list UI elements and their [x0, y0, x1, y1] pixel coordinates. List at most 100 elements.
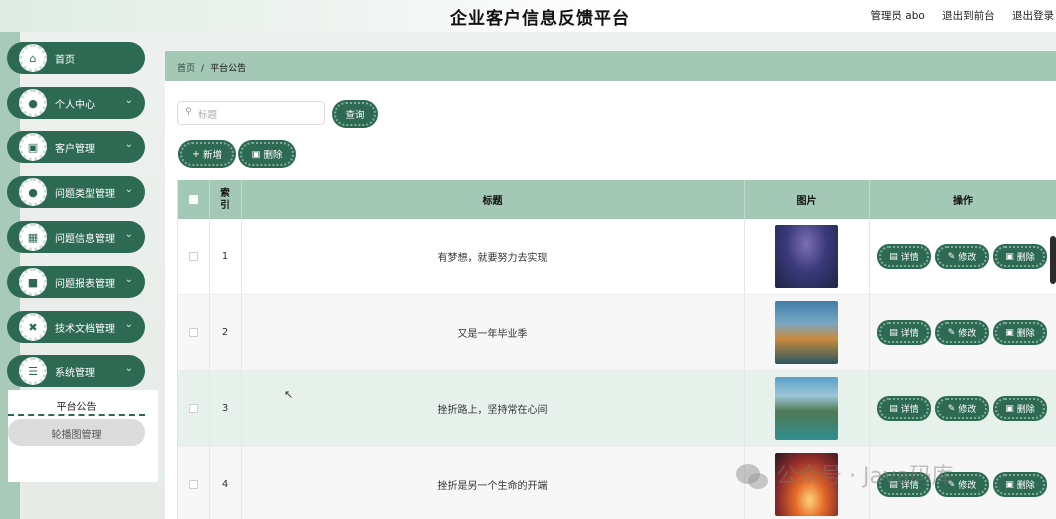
batch-delete-button[interactable]: ▣ 删除	[240, 142, 294, 166]
system-submenu: 平台公告 轮播图管理	[8, 390, 158, 482]
edit-icon: ✎	[947, 251, 956, 262]
wechat-icon	[736, 464, 768, 489]
detail-button[interactable]: ▤ 详情	[879, 246, 929, 267]
sidebar-item-personal-center[interactable]: ● 个人中心 ⌄	[7, 87, 145, 119]
header-title[interactable]: 标题	[241, 180, 744, 219]
detail-label: 详情	[900, 405, 919, 415]
sidebar-item-label: 技术文档管理	[55, 324, 115, 335]
delete-button[interactable]: ▣ 删除	[995, 474, 1045, 495]
query-button[interactable]: 查询	[334, 102, 376, 126]
edit-button[interactable]: ✎ 修改	[937, 322, 987, 343]
delete-label: 删除	[1016, 405, 1035, 415]
logout-link[interactable]: 退出登录	[1012, 10, 1054, 22]
chevron-down-icon: ⌄	[124, 95, 133, 106]
row-checkbox[interactable]	[189, 480, 198, 489]
delete-label: 删除	[1016, 253, 1035, 263]
monitor-icon: ▣	[19, 133, 47, 161]
title-search-input[interactable]: ⚲ 标题	[177, 101, 325, 125]
row-index: 2	[221, 327, 229, 338]
trash-icon: ▣	[1005, 327, 1014, 338]
sidebar-item-issue-info[interactable]: ▦ 问题信息管理 ⌄	[7, 221, 145, 253]
edit-icon: ✎	[947, 403, 956, 414]
back-to-front-link[interactable]: 退出到前台	[942, 10, 995, 22]
chart-icon: ▦	[19, 223, 47, 251]
edit-button[interactable]: ✎ 修改	[937, 246, 987, 267]
chevron-down-icon: ⌄	[124, 319, 133, 330]
row-image[interactable]	[775, 225, 838, 288]
row-title: 有梦想，就要努力去实现	[437, 253, 548, 264]
person-icon: ●	[19, 178, 47, 206]
breadcrumb: 首页 / 平台公告	[165, 51, 1056, 81]
delete-button[interactable]: ▣ 删除	[995, 322, 1045, 343]
row-index: 4	[221, 479, 229, 490]
delete-button[interactable]: ▣ 删除	[995, 398, 1045, 419]
sidebar-item-label: 问题报表管理	[55, 279, 115, 290]
row-checkbox[interactable]	[189, 404, 198, 413]
delete-button[interactable]: ▣ 删除	[995, 246, 1045, 267]
edit-label: 修改	[958, 405, 977, 415]
admin-user-label[interactable]: 管理员 abo	[870, 10, 924, 22]
plus-icon: +	[192, 148, 200, 160]
search-placeholder: 标题	[198, 110, 218, 121]
sidebar-item-customer[interactable]: ▣ 客户管理 ⌄	[7, 131, 145, 163]
header-image[interactable]: 图片	[744, 180, 869, 219]
table-row: 3 挫折路上，坚持常在心间 ▤ 详情 ✎ 修改 ▣ 删除	[178, 371, 1056, 447]
chevron-down-icon: ⌄	[124, 363, 133, 374]
chevron-down-icon: ⌄	[124, 184, 133, 195]
user-icon: ●	[19, 89, 47, 117]
top-header: 企业客户信息反馈平台 管理员 abo 退出到前台 退出登录	[0, 0, 1056, 32]
trash-icon: ▣	[1005, 479, 1014, 490]
select-all-cell	[178, 180, 209, 219]
query-button-label: 查询	[345, 110, 365, 121]
sidebar-item-home[interactable]: ⌂ 首页	[7, 42, 145, 74]
chevron-down-icon: ⌄	[124, 229, 133, 240]
sidebar-item-issue-type[interactable]: ● 问题类型管理 ⌄	[7, 176, 145, 208]
sidebar-item-label: 问题类型管理	[55, 189, 115, 200]
sidebar-item-system[interactable]: ☰ 系统管理 ⌄	[7, 355, 145, 387]
detail-label: 详情	[900, 329, 919, 339]
table-row: 1 有梦想，就要努力去实现 ▤ 详情 ✎ 修改 ▣ 删除	[178, 219, 1056, 295]
main-panel: 首页 / 平台公告 ⚲ 标题 查询 + 新增 ▣ 删除 索引 标题 图片 操作	[165, 51, 1056, 519]
trash-icon: ▣	[251, 148, 261, 160]
edit-button[interactable]: ✎ 修改	[937, 398, 987, 419]
chevron-down-icon: ⌄	[124, 139, 133, 150]
delete-label: 删除	[1016, 329, 1035, 339]
row-title: 又是一年毕业季	[457, 329, 528, 340]
sidebar-item-label: 首页	[55, 55, 75, 66]
header-links: 管理员 abo 退出到前台 退出登录	[856, 8, 1054, 23]
delete-button-label: 删除	[263, 150, 283, 161]
row-title: 挫折路上，坚持常在心间	[437, 405, 548, 416]
row-index: 1	[221, 251, 229, 262]
detail-button[interactable]: ▤ 详情	[879, 398, 929, 419]
select-all-checkbox[interactable]	[189, 195, 198, 204]
breadcrumb-separator: /	[201, 64, 205, 74]
row-image[interactable]	[775, 377, 838, 440]
breadcrumb-home[interactable]: 首页	[177, 64, 195, 74]
scrollbar[interactable]	[1050, 236, 1056, 284]
sidebar-item-tech-docs[interactable]: ✖ 技术文档管理 ⌄	[7, 311, 145, 343]
detail-button[interactable]: ▤ 详情	[879, 322, 929, 343]
sidebar-item-label: 系统管理	[55, 368, 95, 379]
detail-label: 详情	[900, 253, 919, 263]
edit-label: 修改	[958, 329, 977, 339]
sidebar-item-label: 问题信息管理	[55, 234, 115, 245]
add-button-label: 新增	[202, 150, 222, 161]
edit-label: 修改	[958, 481, 977, 491]
trash-icon: ▣	[1005, 251, 1014, 262]
breadcrumb-current: 平台公告	[210, 64, 247, 74]
code-icon: ✖	[19, 313, 47, 341]
header-actions: 操作	[953, 196, 973, 207]
sidebar-item-issue-report[interactable]: ■ 问题报表管理 ⌄	[7, 266, 145, 298]
header-index[interactable]: 索引	[209, 180, 241, 219]
delete-label: 删除	[1016, 481, 1035, 491]
watermark: 公众号 · Java码库	[735, 458, 953, 492]
row-image[interactable]	[775, 301, 838, 364]
row-checkbox[interactable]	[189, 252, 198, 261]
sidebar: ⌂ 首页 ● 个人中心 ⌄ ▣ 客户管理 ⌄ ● 问题类型管理 ⌄ ▦ 问题信息…	[0, 32, 160, 519]
submenu-item-carousel[interactable]: 轮播图管理	[8, 419, 145, 446]
detail-icon: ▤	[889, 327, 898, 338]
add-button[interactable]: + 新增	[180, 142, 234, 166]
submenu-item-announcement[interactable]: 平台公告	[8, 394, 145, 416]
row-checkbox[interactable]	[189, 328, 198, 337]
chevron-down-icon: ⌄	[124, 274, 133, 285]
